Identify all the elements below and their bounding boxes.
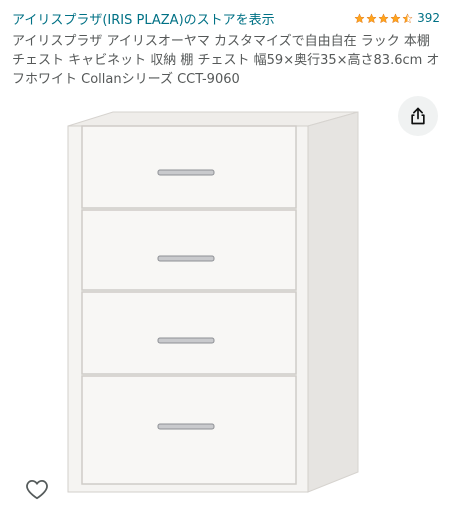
product-header: アイリスプラザ(IRIS PLAZA)のストアを表示 392 アイリスプラザ ア… [12, 8, 440, 89]
star-icon [366, 12, 377, 23]
drawer[interactable] [81, 209, 297, 291]
share-icon [411, 107, 425, 125]
star-icon [390, 12, 401, 23]
store-link[interactable]: アイリスプラザ(IRIS PLAZA)のストアを表示 [12, 9, 275, 28]
drawer-handle [157, 255, 215, 262]
share-button[interactable] [398, 96, 438, 136]
rating[interactable]: 392 [354, 11, 440, 25]
drawer[interactable] [81, 375, 297, 485]
drawer-handle [157, 169, 215, 176]
heart-icon [26, 480, 48, 500]
drawer[interactable] [81, 291, 297, 375]
store-row: アイリスプラザ(IRIS PLAZA)のストアを表示 392 [12, 8, 440, 28]
rating-stars [354, 12, 413, 24]
wishlist-button[interactable] [22, 474, 52, 504]
drawer[interactable] [81, 125, 297, 209]
drawer-handle [157, 337, 215, 344]
cabinet-side [307, 111, 359, 493]
product-image[interactable] [58, 106, 368, 502]
rating-count[interactable]: 392 [417, 11, 440, 25]
product-title: アイリスプラザ アイリスオーヤマ カスタマイズで自由自在 ラック 本棚 チェスト… [12, 34, 440, 87]
star-icon [354, 12, 365, 23]
half-star-icon [402, 12, 413, 23]
star-icon [378, 12, 389, 23]
drawer-handle [157, 423, 215, 430]
